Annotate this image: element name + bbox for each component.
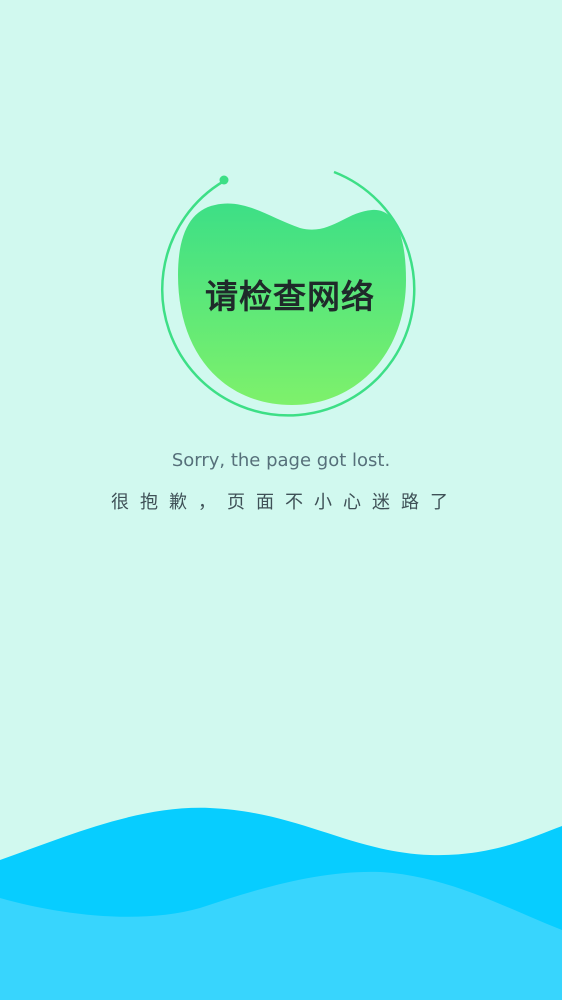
error-title: 请检查网络 [205, 277, 375, 316]
ring-dot [219, 175, 229, 185]
network-error-page: 请检查网络 Sorry, the page got lost. 很抱歉，页面不小… [0, 0, 562, 1000]
error-message-en: Sorry, the page got lost. [171, 450, 391, 471]
bottom-waves [0, 807, 562, 1000]
error-message-cn: 很抱歉，页面不小心迷路了 [111, 492, 459, 513]
network-error-emblem: 请检查网络 [150, 160, 430, 430]
